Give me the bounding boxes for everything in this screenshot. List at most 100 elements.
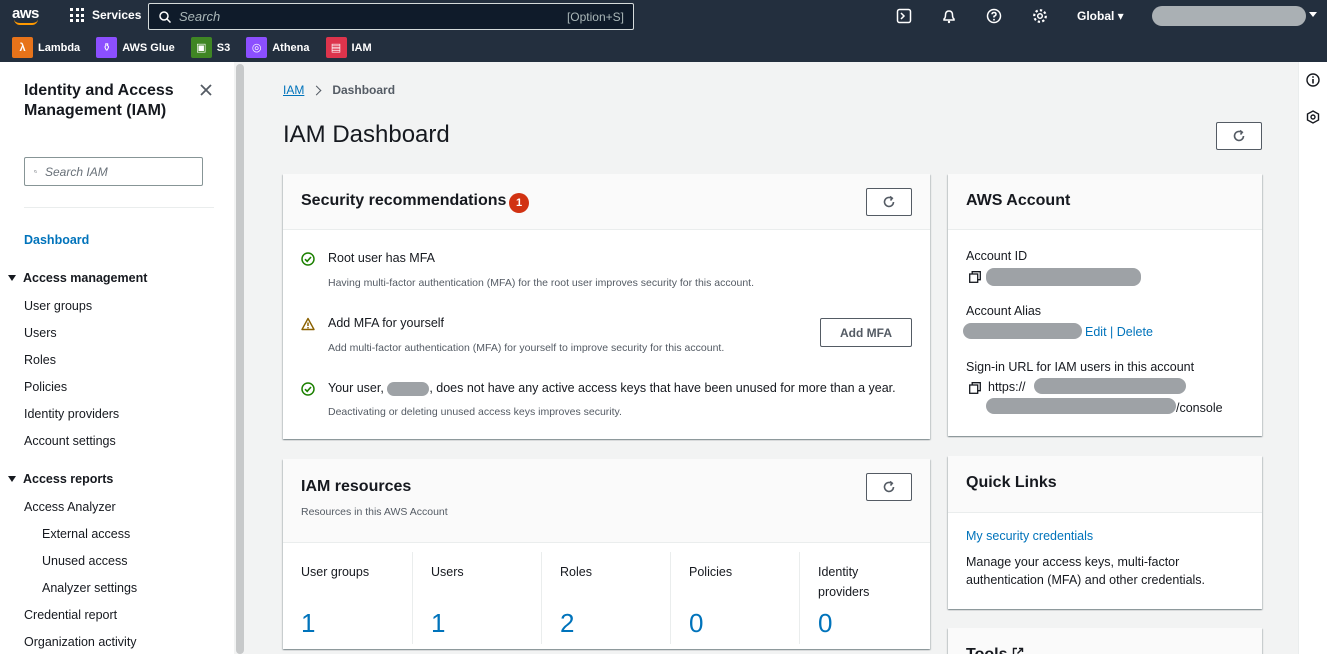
info-icon[interactable] bbox=[1306, 73, 1320, 87]
aws-logo[interactable]: aws bbox=[12, 5, 42, 27]
signin-url-suffix: /console bbox=[1176, 401, 1223, 415]
sidebar-item-unused-access[interactable]: Unused access bbox=[42, 554, 127, 568]
sidebar-scrollbar[interactable] bbox=[236, 64, 244, 654]
close-icon[interactable] bbox=[198, 82, 214, 98]
account-caret-icon[interactable] bbox=[1309, 12, 1317, 17]
sidebar-title: Identity and Access Management (IAM) bbox=[24, 82, 174, 119]
settings-icon[interactable] bbox=[1032, 8, 1048, 24]
global-search-input[interactable] bbox=[179, 9, 567, 24]
quick-links-card: Quick Links My security credentials Mana… bbox=[948, 456, 1262, 609]
page-title: IAM Dashboard bbox=[283, 121, 450, 148]
card-header bbox=[283, 459, 930, 543]
favorite-label: Athena bbox=[272, 41, 310, 54]
sidebar: Identity and Access Management (IAM) Das… bbox=[0, 62, 234, 654]
cloudshell-icon[interactable] bbox=[896, 8, 912, 24]
feedback-icon[interactable] bbox=[1306, 110, 1320, 124]
right-utility-rail bbox=[1298, 62, 1327, 654]
favorite-s3[interactable]: ▣ S3 bbox=[190, 37, 231, 58]
search-icon bbox=[34, 170, 37, 174]
sidebar-item-account-settings[interactable]: Account settings bbox=[24, 434, 116, 448]
s3-icon: ▣ bbox=[190, 37, 212, 58]
sidebar-item-dashboard[interactable]: Dashboard bbox=[24, 233, 89, 247]
account-menu[interactable] bbox=[1152, 6, 1306, 26]
lambda-icon: λ bbox=[12, 37, 33, 58]
resource-user-groups: User groups 1 bbox=[283, 552, 412, 644]
resource-users: Users 1 bbox=[412, 552, 541, 644]
copy-icon[interactable] bbox=[969, 382, 981, 394]
delete-alias-link[interactable]: Delete bbox=[1117, 325, 1153, 339]
resource-count-link[interactable]: 2 bbox=[560, 608, 574, 639]
sidebar-item-policies[interactable]: Policies bbox=[24, 380, 67, 394]
glue-icon: ⚱ bbox=[96, 37, 118, 58]
breadcrumb-iam-link[interactable]: IAM bbox=[283, 83, 304, 97]
edit-alias-link[interactable]: Edit bbox=[1085, 325, 1107, 339]
signin-url-label: Sign-in URL for IAM users in this accoun… bbox=[966, 360, 1195, 374]
recommendation-title: Add MFA for yourself bbox=[328, 316, 445, 330]
add-mfa-button[interactable]: Add MFA bbox=[820, 318, 912, 347]
resource-policies: Policies 0 bbox=[670, 552, 799, 644]
region-label: Global bbox=[1077, 9, 1115, 23]
favorite-label: IAM bbox=[351, 41, 372, 54]
resource-count-link[interactable]: 0 bbox=[689, 608, 703, 639]
sidebar-search-input[interactable] bbox=[45, 164, 202, 179]
resource-count-link[interactable]: 1 bbox=[431, 608, 445, 639]
recommendation-description: Having multi-factor authentication (MFA)… bbox=[328, 277, 755, 289]
services-menu-button[interactable]: Services bbox=[70, 8, 141, 22]
sidebar-item-credential-report[interactable]: Credential report bbox=[24, 608, 117, 622]
refresh-security-button[interactable] bbox=[866, 188, 912, 216]
success-check-icon bbox=[301, 252, 315, 266]
refresh-icon bbox=[1233, 129, 1245, 142]
breadcrumb-current: Dashboard bbox=[332, 83, 396, 97]
sidebar-section-access-reports[interactable]: Access reports bbox=[8, 472, 113, 486]
redacted-signin-url bbox=[1034, 378, 1186, 394]
favorite-label: S3 bbox=[216, 41, 231, 54]
sidebar-item-users[interactable]: Users bbox=[24, 326, 57, 340]
chevron-right-icon bbox=[311, 85, 322, 95]
recommendation-title-suffix: , does not have any active access keys t… bbox=[429, 381, 896, 395]
sidebar-item-access-analyzer[interactable]: Access Analyzer bbox=[24, 500, 116, 514]
top-navigation: aws Services [Option+S] Global ▾ bbox=[0, 0, 1327, 33]
resource-label: Policies bbox=[689, 565, 733, 579]
link-text[interactable]: My security credentials bbox=[966, 529, 1093, 543]
search-icon bbox=[159, 10, 171, 23]
recommendation-title: Root user has MFA bbox=[328, 251, 435, 265]
refresh-resources-button[interactable] bbox=[866, 473, 912, 501]
sidebar-item-external-access[interactable]: External access bbox=[42, 527, 130, 541]
sidebar-item-identity-providers[interactable]: Identity providers bbox=[24, 407, 119, 421]
grid-icon bbox=[70, 8, 84, 22]
athena-icon: ◎ bbox=[246, 37, 268, 58]
favorite-aws-glue[interactable]: ⚱ AWS Glue bbox=[96, 37, 175, 58]
account-alias-label: Account Alias bbox=[966, 304, 1042, 318]
card-subtitle: Resources in this AWS Account bbox=[301, 506, 448, 518]
sidebar-item-user-groups[interactable]: User groups bbox=[24, 299, 92, 313]
sidebar-section-access-management[interactable]: Access management bbox=[8, 271, 147, 285]
global-search[interactable]: [Option+S] bbox=[148, 3, 634, 30]
favorite-iam[interactable]: ▤ IAM bbox=[325, 37, 372, 58]
sidebar-search[interactable] bbox=[24, 157, 203, 186]
card-title: Security recommendations bbox=[301, 192, 507, 209]
redacted-account-alias bbox=[963, 323, 1082, 339]
tools-card: Tools bbox=[948, 628, 1262, 654]
redacted-account-id bbox=[986, 268, 1141, 286]
refresh-dashboard-button[interactable] bbox=[1216, 122, 1262, 150]
resource-roles: Roles 2 bbox=[541, 552, 670, 644]
sidebar-item-organization-activity[interactable]: Organization activity bbox=[24, 635, 137, 649]
favorite-athena[interactable]: ◎ Athena bbox=[246, 37, 310, 58]
redacted-username bbox=[387, 381, 430, 396]
security-recommendations-card: Security recommendations 1 Root user has… bbox=[283, 174, 930, 439]
resource-count-link[interactable]: 0 bbox=[818, 608, 832, 639]
link-separator: | bbox=[1110, 325, 1114, 339]
card-title: Quick Links bbox=[966, 474, 1057, 491]
region-selector[interactable]: Global ▾ bbox=[1077, 9, 1124, 23]
sidebar-item-analyzer-settings[interactable]: Analyzer settings bbox=[42, 581, 137, 595]
notifications-icon[interactable] bbox=[941, 8, 957, 24]
resource-count-link[interactable]: 1 bbox=[301, 608, 315, 639]
favorite-lambda[interactable]: λ Lambda bbox=[12, 37, 80, 58]
recommendation-title: Your user, , does not have any active ac… bbox=[328, 381, 896, 396]
sidebar-item-roles[interactable]: Roles bbox=[24, 353, 56, 367]
help-icon[interactable] bbox=[986, 8, 1002, 24]
resource-label: Roles bbox=[560, 565, 592, 579]
my-security-credentials-link[interactable]: My security credentials bbox=[966, 529, 1093, 543]
card-title: IAM resources bbox=[301, 478, 412, 495]
copy-icon[interactable] bbox=[969, 271, 981, 283]
